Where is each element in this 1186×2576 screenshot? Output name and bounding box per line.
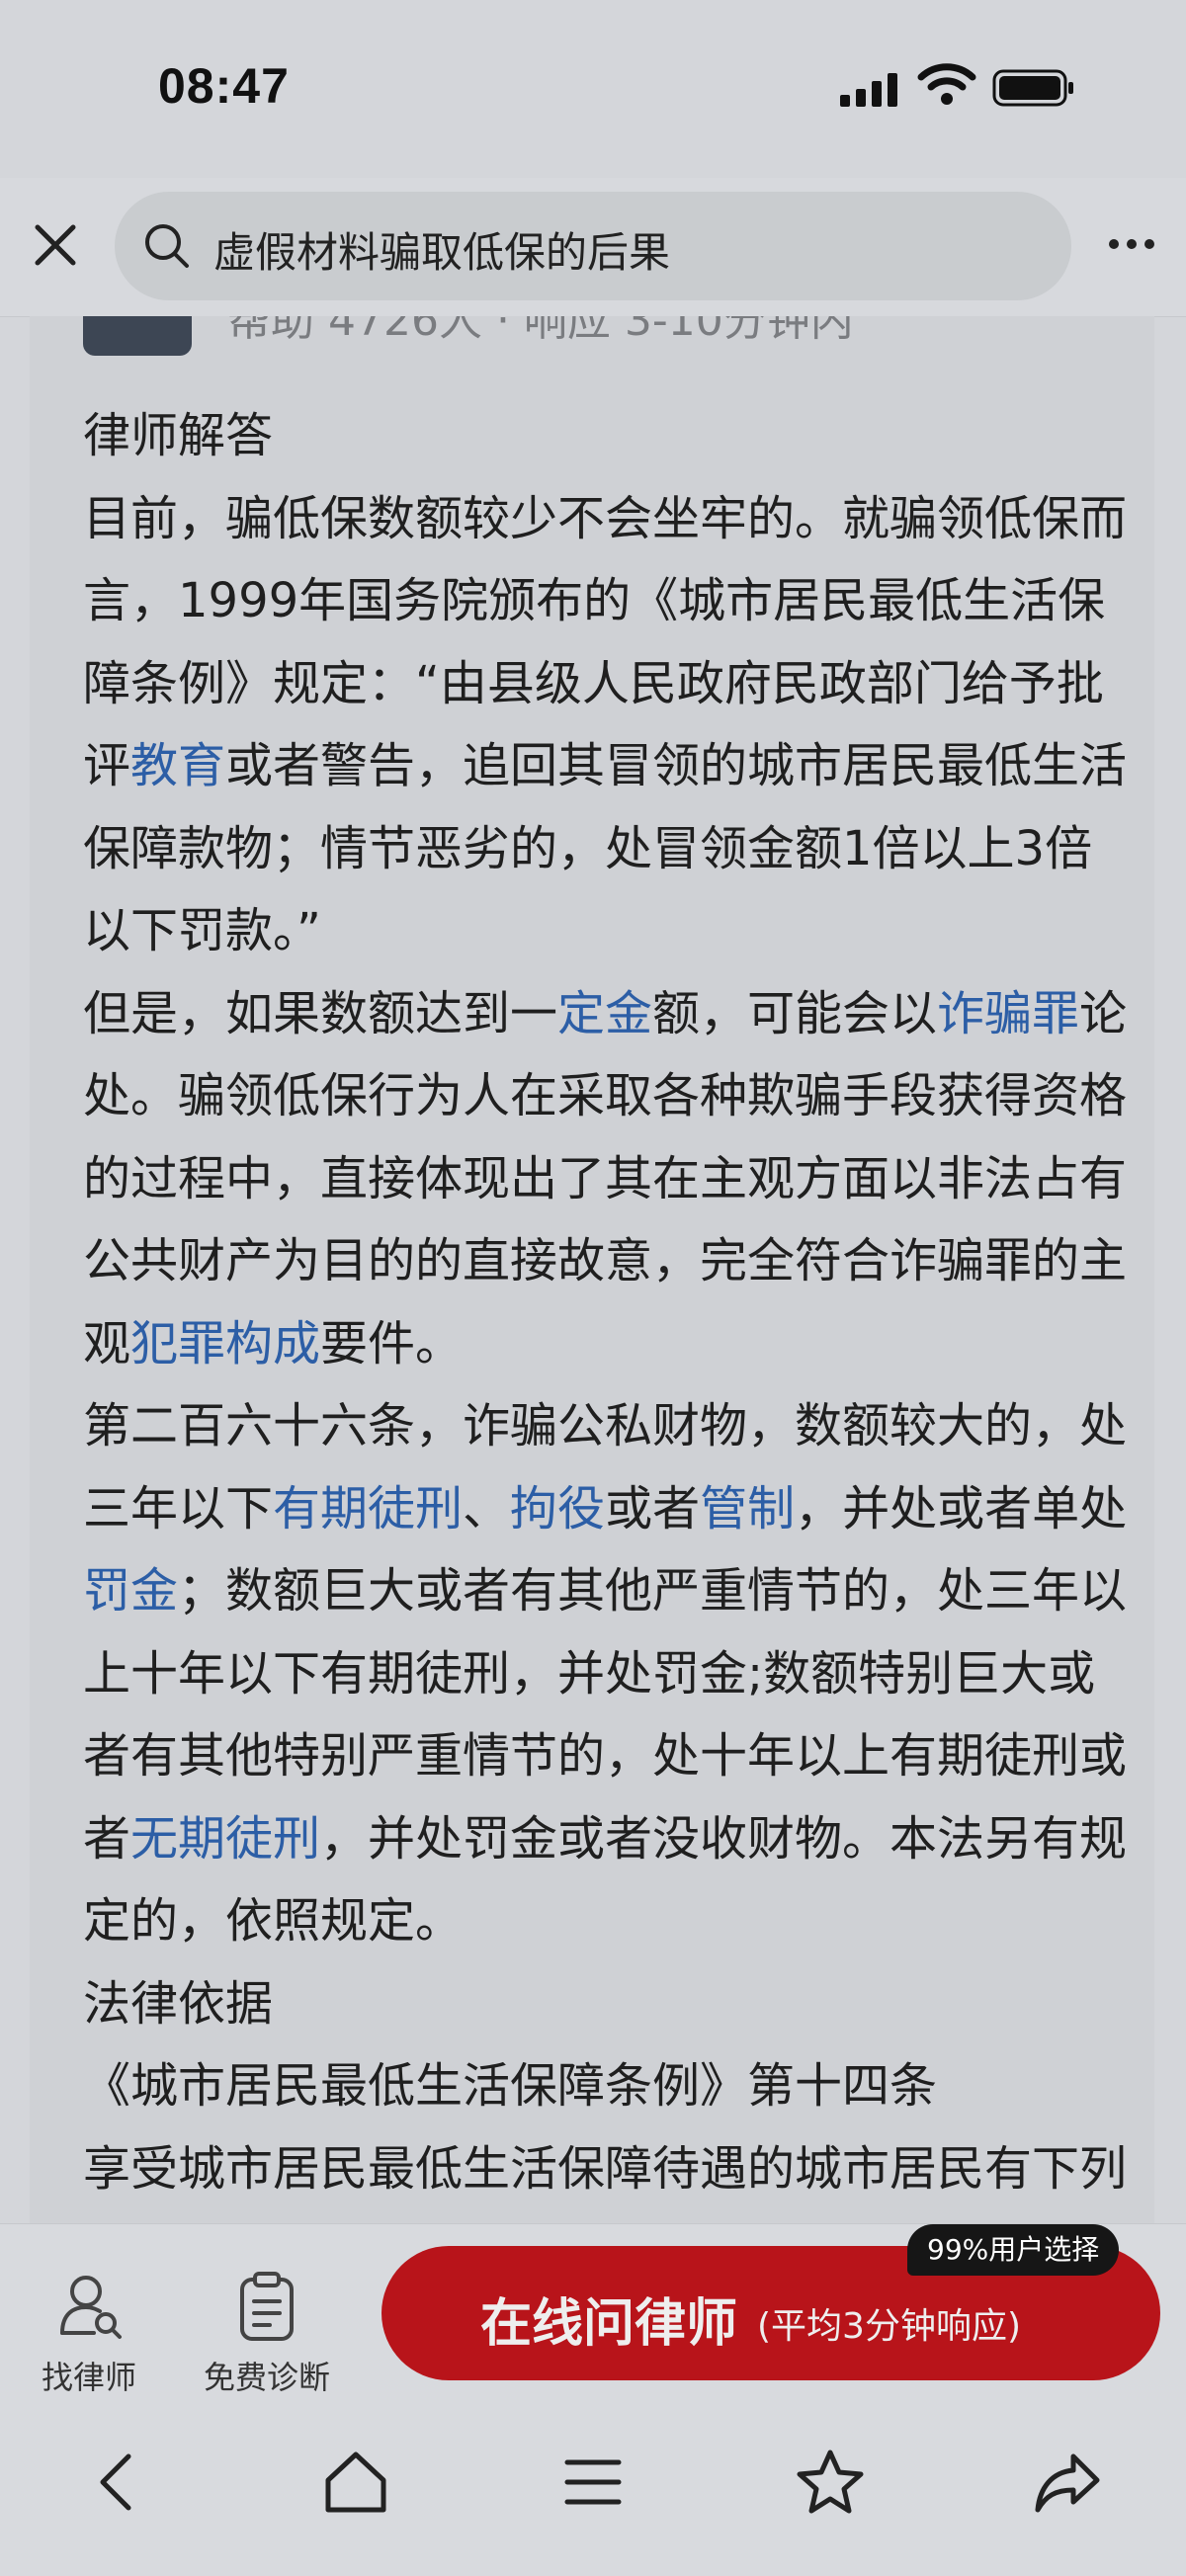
article-text: 但是，如果数额达到一 — [83, 985, 558, 1041]
article-text: 论处。骗领低保行为人在采取各种欺骗手段获得资格的过程中，直接体现出了其在主观方面… — [83, 985, 1128, 1371]
article-text: 或者警告，追回其冒领的城市居民最低生活保障款物；情节恶劣的，处冒领金额1倍以上3… — [83, 738, 1128, 958]
legal-term-link[interactable]: 教育 — [130, 738, 225, 793]
article-text: 、 — [463, 1480, 511, 1537]
search-header: 虚假材料骗取低保的后果 — [0, 178, 1186, 317]
close-icon[interactable] — [28, 217, 83, 273]
lawyer-search-icon — [60, 2276, 122, 2339]
legal-term-link[interactable]: 犯罪构成 — [130, 1316, 320, 1371]
legal-term-link[interactable]: 拘役 — [510, 1481, 605, 1537]
star-icon[interactable] — [791, 2443, 870, 2522]
article-text: 享受城市居民最低生活保障待遇的城市居民有下列行为之一的，由县级人民政府民政部门给… — [83, 2140, 1128, 2197]
free-diagnosis-button[interactable]: 免费诊断 — [178, 2224, 356, 2404]
popular-badge: 99%用户选择 — [907, 2224, 1120, 2276]
wifi-icon — [917, 63, 976, 105]
find-lawyer-button[interactable]: 找律师 — [0, 2224, 178, 2404]
browser-nav-bar — [0, 2403, 1186, 2576]
article-paragraph: 律师解答 — [83, 395, 1131, 478]
cellular-signal-icon — [840, 71, 897, 107]
search-icon — [145, 224, 189, 268]
cta-sub-label: (平均3分钟响应) — [757, 2306, 1021, 2347]
legal-term-link[interactable]: 定金 — [557, 986, 652, 1041]
article-paragraph: 法律依据 — [83, 1963, 1131, 2046]
bottom-action-bar: 找律师 免费诊断 在线问律师 (平均3分钟响应) 99%用户选择 — [0, 2223, 1186, 2404]
search-input[interactable]: 虚假材料骗取低保的后果 — [115, 192, 1071, 300]
article-text: 或者 — [605, 1480, 701, 1537]
clipboard-icon — [240, 2272, 294, 2341]
lawyer-meta: 帮助 4726人 · 响应 3-10分钟内 — [227, 316, 854, 346]
article-text: 《城市居民最低生活保障条例》第十四条 — [83, 2058, 938, 2114]
lawyer-avatar — [83, 316, 192, 356]
find-lawyer-label: 找律师 — [41, 2359, 136, 2396]
article-text: ，并处或者单处 — [795, 1480, 1128, 1537]
cta-main-label: 在线问律师 — [480, 2294, 738, 2354]
article-text: 律师解答 — [83, 408, 274, 463]
answer-card: 帮助 4726人 · 响应 3-10分钟内 律师解答目前，骗低保数额较少不会坐牢… — [30, 316, 1154, 2223]
home-icon[interactable] — [316, 2443, 395, 2522]
article-text: 额，可能会以 — [652, 985, 938, 1041]
article-paragraph: 享受城市居民最低生活保障待遇的城市居民有下列行为之一的，由县级人民政府民政部门给… — [83, 2128, 1131, 2224]
legal-term-link[interactable]: 有期徒刑 — [273, 1481, 463, 1537]
legal-term-link[interactable]: 无期徒刑 — [130, 1811, 320, 1867]
legal-term-link[interactable]: 诈骗罪 — [937, 986, 1079, 1041]
article-text: 要件。 — [320, 1315, 464, 1371]
article-paragraph: 《城市居民最低生活保障条例》第十四条 — [83, 2045, 1131, 2128]
free-diagnosis-label: 免费诊断 — [203, 2359, 330, 2396]
article-paragraph: 目前，骗低保数额较少不会坐牢的。就骗领低保而言，1999年国务院颁布的《城市居民… — [83, 478, 1131, 973]
back-icon[interactable] — [79, 2443, 158, 2522]
share-icon[interactable] — [1028, 2443, 1107, 2522]
article-paragraph: 但是，如果数额达到一定金额，可能会以诈骗罪论处。骗领低保行为人在采取各种欺骗手段… — [83, 973, 1131, 1386]
answer-article: 律师解答目前，骗低保数额较少不会坐牢的。就骗领低保而言，1999年国务院颁布的《… — [83, 395, 1131, 2223]
battery-icon — [992, 69, 1073, 107]
legal-term-link[interactable]: 罚金 — [83, 1563, 178, 1619]
status-time: 08:47 — [158, 58, 290, 114]
article-text: 法律依据 — [83, 1975, 274, 2032]
menu-icon[interactable] — [553, 2443, 633, 2522]
search-query: 虚假材料骗取低保的后果 — [213, 228, 671, 277]
status-bar: 08:47 — [0, 0, 1186, 178]
more-options-icon[interactable] — [1107, 237, 1156, 251]
legal-term-link[interactable]: 管制 — [700, 1481, 795, 1537]
article-paragraph: 第二百六十六条，诈骗公私财物，数额较大的，处三年以下有期徒刑、拘役或者管制，并处… — [83, 1385, 1131, 1963]
